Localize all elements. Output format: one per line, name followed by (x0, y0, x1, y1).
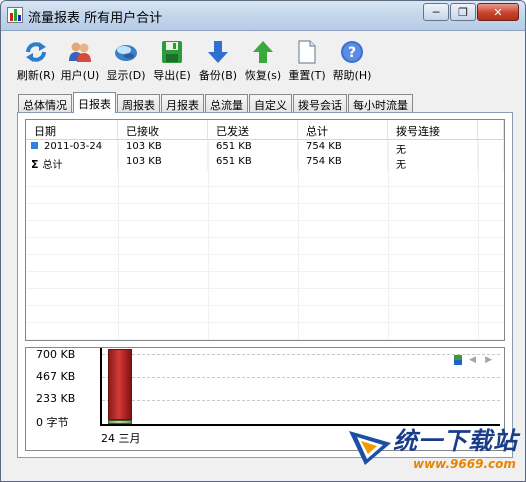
cell-received: 103 KB (118, 155, 208, 170)
tab-hourly-traffic[interactable]: 每小时流量 (348, 94, 413, 113)
cell-date: 2011-03-24 (26, 140, 118, 155)
window-controls: ─ ❐ ✕ (423, 3, 519, 21)
backup-label: 备份(B) (198, 69, 238, 82)
tab-daily-report[interactable]: 日报表 (73, 92, 116, 113)
column-divider (388, 140, 389, 340)
cell-total: 754 KB (298, 155, 388, 170)
reset-icon (298, 40, 316, 64)
minimize-button[interactable]: ─ (423, 3, 449, 21)
window-title: 流量报表 所有用户合计 (28, 11, 163, 26)
export-button[interactable]: 导出(E) (149, 39, 195, 83)
tab-custom[interactable]: 自定义 (249, 94, 292, 113)
tab-weekly-report[interactable]: 周报表 (117, 94, 160, 113)
close-button[interactable]: ✕ (477, 3, 519, 21)
column-header-spacer (478, 120, 504, 139)
tab-total-traffic[interactable]: 总流量 (205, 94, 248, 113)
tab-monthly-report[interactable]: 月报表 (161, 94, 204, 113)
svg-text:?: ? (348, 45, 356, 61)
watermark: 统一下载站 www.9669.com (347, 421, 523, 479)
tab-dialup-sessions[interactable]: 拨号会话 (293, 94, 347, 113)
y-tick-label: 467 KB (36, 370, 76, 383)
reset-label: 重置(T) (288, 69, 326, 82)
export-label: 导出(E) (153, 69, 191, 82)
y-tick-label: 700 KB (36, 348, 76, 361)
column-divider (298, 140, 299, 340)
restore-data-button[interactable]: 恢复(s) (241, 39, 285, 83)
display-button[interactable]: 显示(D) (103, 39, 149, 83)
restore-button[interactable]: ❐ (450, 3, 476, 21)
backup-button[interactable]: 备份(B) (195, 39, 241, 83)
cell-date: Σ 总计 (26, 155, 118, 171)
y-tick-label: 233 KB (36, 392, 76, 405)
cell-received: 103 KB (118, 140, 208, 155)
watermark-logo-icon (349, 431, 391, 465)
cell-sent: 651 KB (208, 140, 298, 155)
y-axis (100, 348, 102, 426)
display-label: 显示(D) (106, 69, 146, 82)
watermark-text: 统一下载站 (393, 427, 518, 455)
column-divider (478, 140, 479, 340)
cell-total: 754 KB (298, 140, 388, 155)
cell-dialup: 无 (388, 140, 478, 156)
column-header-sent[interactable]: 已发送 (208, 120, 298, 139)
bar-sent (108, 349, 132, 420)
reset-button[interactable]: 重置(T) (285, 39, 329, 83)
column-divider (118, 140, 119, 340)
daily-report-panel: 日期 已接收 已发送 总计 拨号连接 2011-03-24 103 KB 651… (17, 112, 513, 458)
cell-spacer (478, 140, 504, 155)
title-bar[interactable]: 流量报表 所有用户合计 ─ ❐ ✕ (1, 1, 525, 31)
bar-received (108, 420, 132, 424)
refresh-label: 刷新(R) (16, 69, 56, 82)
export-icon (162, 41, 182, 63)
table-header: 日期 已接收 已发送 总计 拨号连接 (26, 120, 504, 140)
refresh-button[interactable]: 刷新(R) (15, 39, 57, 83)
day-icon (31, 142, 38, 149)
y-tick-label: 0 字节 (36, 416, 69, 429)
chart-gridline (102, 354, 500, 355)
users-label: 用户(U) (60, 69, 100, 82)
users-button[interactable]: 用户(U) (57, 39, 103, 83)
legend-icon[interactable] (454, 355, 462, 365)
cell-dialup: 无 (388, 155, 478, 171)
chart-gridline (102, 400, 500, 401)
column-header-dialup[interactable]: 拨号连接 (388, 120, 478, 139)
tab-overview[interactable]: 总体情况 (18, 94, 72, 113)
column-divider (208, 140, 209, 340)
restore-label: 恢复(s) (244, 69, 282, 82)
restore-icon (253, 41, 273, 63)
help-label: 帮助(H) (332, 69, 372, 82)
date-text: 2011-03-24 (44, 141, 103, 152)
column-header-total[interactable]: 总计 (298, 120, 388, 139)
toolbar: 刷新(R) 用户(U) 显示(D) 导出(E) 备份(B) 恢复(s) 重置(T… (15, 39, 375, 83)
help-button[interactable]: ? 帮助(H) (329, 39, 375, 83)
display-icon (115, 45, 137, 61)
cell-sent: 651 KB (208, 155, 298, 170)
empty-rows (26, 170, 504, 340)
column-header-received[interactable]: 已接收 (118, 120, 208, 139)
x-tick-label: 24 三月 (101, 432, 141, 445)
column-header-date[interactable]: 日期 (26, 120, 118, 139)
backup-icon (208, 41, 228, 63)
table-row[interactable]: 2011-03-24 103 KB 651 KB 754 KB 无 (26, 140, 504, 156)
chart-gridline (102, 377, 500, 378)
table-row[interactable]: Σ 总计 103 KB 651 KB 754 KB 无 (26, 155, 504, 171)
chart-prev-icon[interactable]: ◀ (469, 354, 476, 366)
refresh-icon (26, 42, 46, 62)
cell-spacer (478, 155, 504, 170)
help-icon: ? (341, 41, 363, 63)
report-tabs: 总体情况 日报表 周报表 月报表 总流量 自定义 拨号会话 每小时流量 (18, 92, 414, 113)
app-chart-icon (7, 7, 23, 23)
users-icon (69, 42, 91, 62)
chart-next-icon[interactable]: ▶ (485, 354, 492, 366)
app-window: 流量报表 所有用户合计 ─ ❐ ✕ 刷新(R) 用户(U) 显示(D) 导出(E… (0, 0, 526, 482)
watermark-url: www.9669.com (413, 457, 516, 471)
traffic-table[interactable]: 日期 已接收 已发送 总计 拨号连接 2011-03-24 103 KB 651… (25, 119, 505, 341)
